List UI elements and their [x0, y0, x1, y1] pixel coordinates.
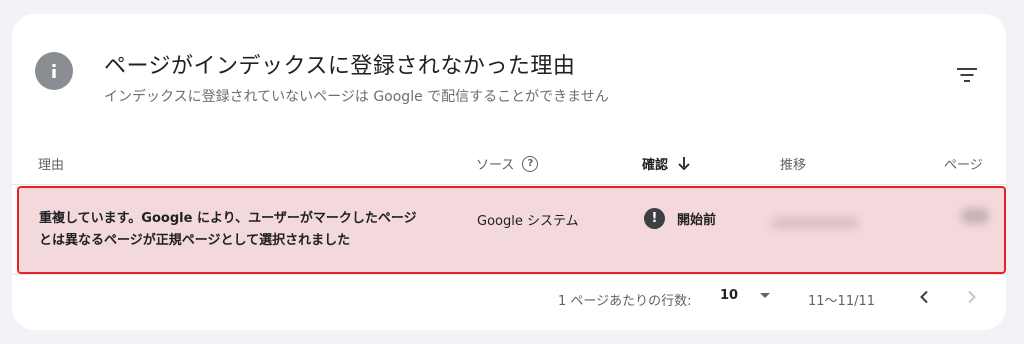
filter-button[interactable]	[950, 58, 984, 92]
chevron-left-icon	[920, 290, 928, 304]
arrow-down-icon	[678, 157, 690, 170]
card-subtitle: インデックスに登録されていないページは Google で配信することができません	[104, 89, 609, 105]
row-trend-sparkline	[771, 216, 859, 230]
filter-icon	[957, 68, 977, 82]
column-header-reason-label: 理由	[38, 158, 65, 173]
alert-icon: !	[644, 208, 665, 229]
column-header-pages[interactable]: ページ	[944, 154, 983, 173]
column-header-validation-label: 確認	[642, 158, 669, 173]
column-header-pages-label: ページ	[944, 158, 983, 173]
row-pages-count	[961, 208, 989, 224]
table-row[interactable]: 重複しています。Google により、ユーザーがマークしたページとは異なるページ…	[17, 186, 1006, 274]
card-title: ページがインデックスに登録されなかった理由	[104, 54, 576, 79]
rows-per-page-select[interactable]: 10	[720, 288, 771, 303]
column-header-reason[interactable]: 理由	[38, 154, 64, 173]
row-divider	[12, 274, 1006, 275]
row-validation-status: ! 開始前	[644, 208, 716, 229]
column-header-source[interactable]: ソース ?	[476, 154, 539, 173]
row-source: Google システム	[477, 214, 579, 229]
help-icon[interactable]: ?	[522, 155, 539, 172]
column-header-trend-label: 推移	[780, 158, 807, 173]
column-header-trend[interactable]: 推移	[780, 154, 806, 173]
info-icon	[35, 52, 73, 90]
header-divider	[12, 184, 1006, 185]
rows-per-page-label: 1 ページあたりの行数:	[558, 294, 692, 309]
rows-per-page-value: 10	[720, 288, 739, 303]
prev-page-button[interactable]	[912, 285, 936, 309]
next-page-button[interactable]	[960, 285, 984, 309]
column-header-validation[interactable]: 確認	[642, 154, 690, 173]
column-header-source-label: ソース	[476, 158, 515, 173]
row-validation-label: 開始前	[677, 213, 717, 228]
chevron-right-icon	[968, 290, 976, 304]
page-range: 11〜11/11	[808, 294, 876, 309]
row-reason: 重複しています。Google により、ユーザーがマークしたページとは異なるページ…	[39, 211, 417, 248]
caret-down-icon	[760, 293, 771, 298]
